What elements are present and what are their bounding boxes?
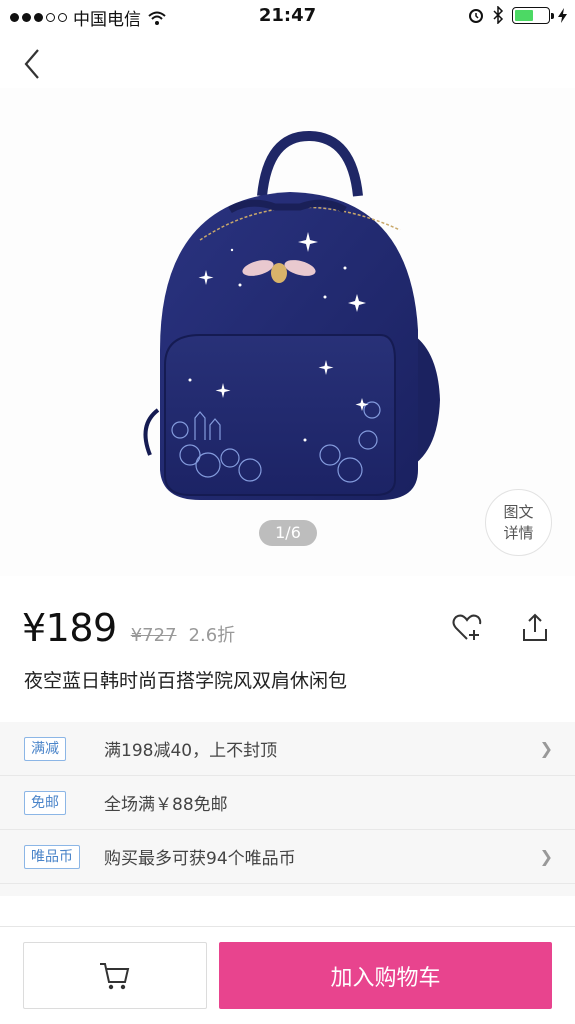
promo-row-free-shipping: 免邮 全场满￥88免邮: [0, 776, 575, 830]
heart-plus-icon: [452, 614, 482, 640]
favorite-button[interactable]: [450, 611, 484, 645]
image-text-detail-button[interactable]: 图文 详情: [485, 489, 552, 556]
cart-button[interactable]: [23, 942, 207, 1009]
product-title: 夜空蓝日韩时尚百搭学院风双肩休闲包: [24, 670, 348, 692]
share-button[interactable]: [518, 611, 552, 645]
promo-tag: 唯品币: [24, 844, 80, 869]
share-icon: [523, 613, 547, 641]
chevron-right-icon: ❯: [539, 739, 553, 758]
chevron-right-icon: ❯: [539, 847, 553, 866]
cart-icon: [100, 962, 130, 989]
status-bar: 中国电信 21:47: [0, 0, 575, 32]
bottom-action-bar: 加入购物车: [0, 926, 575, 1024]
promo-tag: 免邮: [24, 790, 66, 815]
status-right: [468, 6, 567, 24]
promo-row-full-reduction[interactable]: 满减 满198减40，上不封顶 ❯: [0, 722, 575, 776]
charging-icon: [558, 7, 567, 23]
promo-tag: 满减: [24, 736, 66, 761]
current-price: ¥189: [22, 606, 117, 650]
add-to-cart-button[interactable]: 加入购物车: [219, 942, 552, 1009]
detail-label-line2: 详情: [503, 523, 534, 542]
promo-text: 购买最多可获94个唯品币: [104, 849, 296, 869]
promotion-list: 满减 满198减40，上不封顶 ❯ 免邮 全场满￥88免邮 唯品币 购买最多可获…: [0, 722, 575, 896]
promo-text: 满198减40，上不封顶: [104, 741, 278, 761]
alarm-icon: [469, 9, 483, 23]
backpack-image: [143, 130, 440, 500]
price-row: ¥189 ¥727 2.6折: [22, 606, 235, 654]
discount-label: 2.6折: [188, 625, 236, 646]
product-image-gallery[interactable]: [0, 88, 575, 576]
back-button[interactable]: [16, 44, 52, 84]
promo-row-coins[interactable]: 唯品币 购买最多可获94个唯品币 ❯: [0, 830, 575, 884]
battery-icon: [512, 6, 554, 24]
image-page-indicator: 1/6: [259, 520, 317, 546]
promo-text: 全场满￥88免邮: [104, 795, 228, 815]
back-icon: [24, 49, 39, 79]
original-price: ¥727: [130, 625, 177, 646]
detail-label-line1: 图文: [503, 502, 534, 521]
bluetooth-icon: [493, 6, 504, 24]
